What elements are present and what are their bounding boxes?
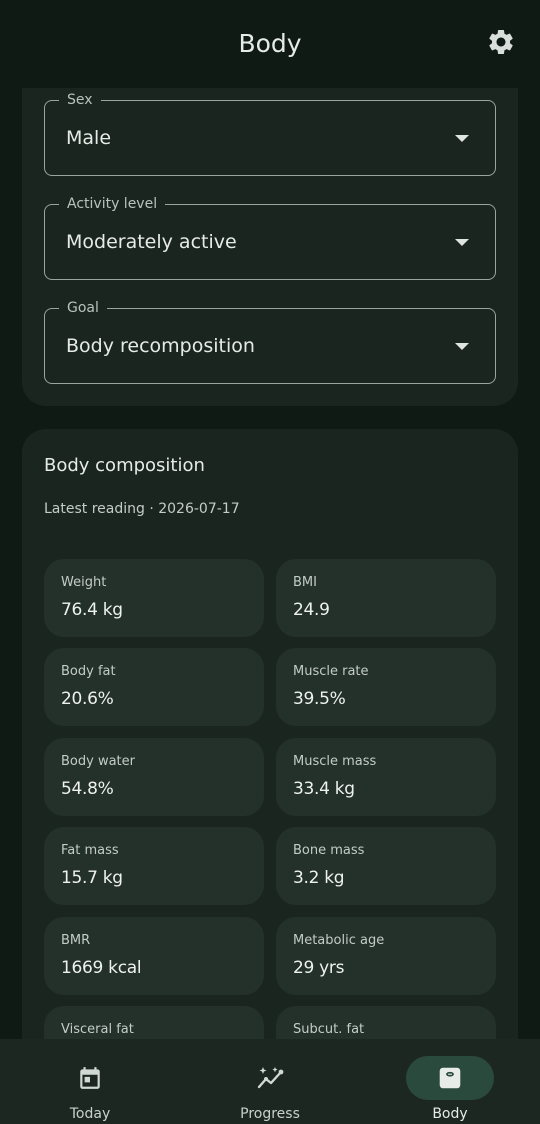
metric-label: Muscle mass — [293, 754, 377, 769]
nav-label: Progress — [240, 1106, 300, 1122]
metric-tile-bmr: BMR 1669 kcal — [44, 917, 264, 995]
scale-icon — [439, 1067, 461, 1089]
nav-label: Body — [432, 1106, 468, 1122]
metric-label: Body fat — [61, 664, 116, 679]
metric-label: BMR — [61, 933, 91, 948]
metric-label: BMI — [293, 575, 317, 590]
app-bar: Body — [0, 0, 540, 88]
metric-label: Metabolic age — [293, 933, 385, 948]
nav-icon-container — [226, 1056, 314, 1100]
metric-value: 76.4 kg — [61, 600, 123, 620]
metric-tile-bone-mass: Bone mass 3.2 kg — [276, 827, 496, 905]
metric-tile-bmi: BMI 24.9 — [276, 559, 496, 637]
sex-dropdown[interactable]: Sex Male — [44, 90, 496, 176]
nav-item-body[interactable]: Body — [360, 1039, 540, 1124]
body-composition-card: Body composition Latest reading · 2026-0… — [22, 429, 518, 1039]
nav-item-today[interactable]: Today — [0, 1039, 180, 1124]
bottom-navigation: Today Progress Body — [0, 1039, 540, 1124]
screen: Body Sex Male Activity level Moderately … — [0, 0, 540, 1124]
sex-value: Male — [66, 127, 112, 149]
metric-value: 54.8% — [61, 779, 114, 799]
nav-label: Today — [69, 1106, 111, 1122]
goal-value: Body recomposition — [66, 335, 255, 357]
metric-value: 20.6% — [61, 689, 114, 709]
dropdown-arrow-icon — [455, 135, 469, 142]
nav-icon-container — [46, 1056, 134, 1100]
page-title: Body — [238, 29, 302, 58]
activity-level-value: Moderately active — [66, 231, 237, 253]
metric-value: 39.5% — [293, 689, 346, 709]
dropdown-arrow-icon — [455, 239, 469, 246]
metric-value: 29 yrs — [293, 958, 345, 978]
metric-value: 24.9 — [293, 600, 330, 620]
metric-value: 15.7 kg — [61, 868, 123, 888]
calendar-icon — [80, 1067, 100, 1089]
trend-icon — [257, 1067, 284, 1089]
gear-icon[interactable] — [486, 27, 516, 57]
section-title: Body composition — [44, 455, 205, 476]
metric-tile-visceral-fat: Visceral fat — [44, 1006, 264, 1039]
metric-tile-muscle-mass: Muscle mass 33.4 kg — [276, 738, 496, 816]
metric-label: Fat mass — [61, 843, 119, 858]
metric-label: Visceral fat — [61, 1022, 134, 1037]
metric-tile-subcut-fat: Subcut. fat — [276, 1006, 496, 1039]
metric-value: 3.2 kg — [293, 868, 345, 888]
metric-label: Body water — [61, 754, 135, 769]
scroll-content[interactable]: Sex Male Activity level Moderately activ… — [0, 88, 540, 1039]
metric-tile-body-water: Body water 54.8% — [44, 738, 264, 816]
metric-tile-weight: Weight 76.4 kg — [44, 559, 264, 637]
profile-card: Sex Male Activity level Moderately activ… — [22, 88, 518, 406]
latest-reading-text: Latest reading · 2026-07-17 — [44, 501, 240, 517]
metric-label: Weight — [61, 575, 107, 590]
dropdown-arrow-icon — [455, 343, 469, 350]
metric-tile-fat-mass: Fat mass 15.7 kg — [44, 827, 264, 905]
metric-value: 1669 kcal — [61, 958, 142, 978]
metric-label: Muscle rate — [293, 664, 369, 679]
metric-value: 33.4 kg — [293, 779, 355, 799]
metric-tile-metabolic-age: Metabolic age 29 yrs — [276, 917, 496, 995]
metric-label: Subcut. fat — [293, 1022, 365, 1037]
nav-item-progress[interactable]: Progress — [180, 1039, 360, 1124]
metric-label: Bone mass — [293, 843, 365, 858]
nav-icon-container — [406, 1056, 494, 1100]
metric-tile-body-fat: Body fat 20.6% — [44, 648, 264, 726]
goal-dropdown[interactable]: Goal Body recomposition — [44, 298, 496, 384]
activity-level-dropdown[interactable]: Activity level Moderately active — [44, 194, 496, 280]
metric-tile-muscle-rate: Muscle rate 39.5% — [276, 648, 496, 726]
